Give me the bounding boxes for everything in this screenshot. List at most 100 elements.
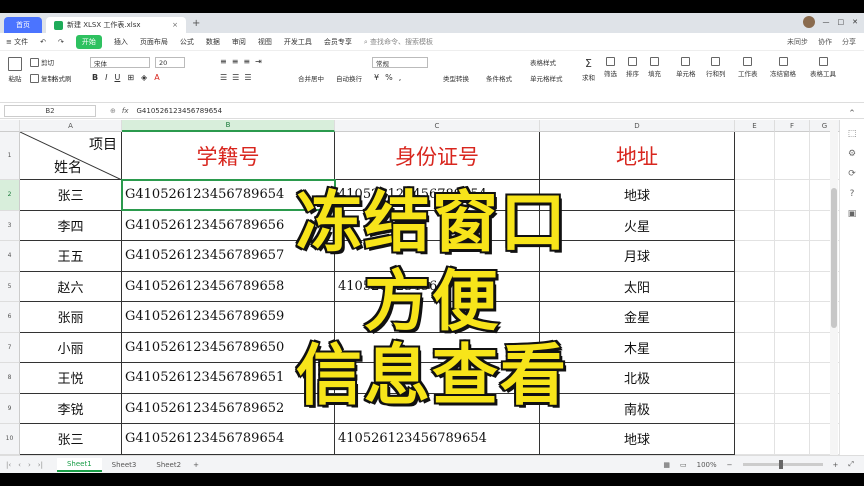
select-icon[interactable]: ⬚: [848, 129, 857, 139]
menu-developer[interactable]: 开发工具: [284, 37, 312, 47]
student-id-cell[interactable]: G410526123456789650: [122, 332, 335, 363]
empty-cell[interactable]: [735, 363, 775, 394]
student-id-cell[interactable]: G410526123456789659: [122, 302, 335, 333]
zoom-in-icon[interactable]: +: [833, 461, 839, 469]
student-id-cell[interactable]: G410526123456789654: [122, 180, 335, 211]
student-id-cell[interactable]: G410526123456789652: [122, 393, 335, 424]
address-cell[interactable]: 地球: [540, 180, 735, 211]
percent-icon[interactable]: %: [385, 73, 393, 82]
empty-cell[interactable]: [775, 393, 810, 424]
empty-cell[interactable]: [775, 210, 810, 241]
align-middle-icon[interactable]: ≡: [232, 57, 239, 66]
backup-icon[interactable]: ⟳: [848, 169, 856, 179]
merge-center-button[interactable]: 合并居中: [298, 73, 324, 83]
address-cell[interactable]: 北极: [540, 363, 735, 394]
new-tab-button[interactable]: +: [192, 18, 200, 29]
currency-icon[interactable]: ¥: [374, 73, 379, 82]
zoom-level[interactable]: 100%: [697, 461, 717, 469]
address-cell[interactable]: 月球: [540, 241, 735, 272]
address-cell[interactable]: 木星: [540, 332, 735, 363]
name-cell[interactable]: 张丽: [20, 302, 122, 333]
student-id-cell[interactable]: G410526123456789651: [122, 363, 335, 394]
sheet-tab-sheet2[interactable]: Sheet2: [146, 459, 191, 471]
name-cell[interactable]: 张三: [20, 180, 122, 211]
indent-icon[interactable]: ⇥: [255, 57, 262, 66]
copy-button[interactable]: 复制: [30, 73, 54, 83]
cell-style-button[interactable]: 单元格样式: [530, 73, 563, 83]
empty-cell[interactable]: [775, 271, 810, 302]
view-normal-icon[interactable]: ▦: [663, 461, 670, 469]
empty-cell[interactable]: [735, 393, 775, 424]
empty-cell[interactable]: [735, 132, 775, 180]
bold-button[interactable]: B: [92, 73, 98, 82]
select-all-corner[interactable]: [0, 120, 20, 132]
col-header-c[interactable]: C: [335, 120, 540, 132]
fx-icon[interactable]: fx: [122, 107, 129, 115]
empty-cell[interactable]: [775, 302, 810, 333]
id-number-cell[interactable]: 41052612345667: [335, 271, 540, 302]
prev-sheet-icon[interactable]: ‹: [18, 461, 21, 469]
header-address[interactable]: 地址: [540, 132, 735, 180]
table-style-button[interactable]: 表格样式: [530, 57, 556, 67]
student-id-cell[interactable]: G410526123456789658: [122, 271, 335, 302]
student-id-cell[interactable]: G410526123456789657: [122, 241, 335, 272]
fullscreen-icon[interactable]: ⤢: [848, 460, 854, 469]
align-bottom-icon[interactable]: ≡: [243, 57, 250, 66]
empty-cell[interactable]: [735, 424, 775, 455]
address-cell[interactable]: 太阳: [540, 271, 735, 302]
spreadsheet-grid[interactable]: A B C D E F G 1 项目 姓名 学籍号 身份证号 地址 2 张三 G41…: [0, 120, 840, 455]
header-id-number[interactable]: 身份证号: [335, 132, 540, 180]
id-number-cell[interactable]: [335, 302, 540, 333]
empty-cell[interactable]: [735, 210, 775, 241]
font-family-select[interactable]: 宋体: [90, 57, 150, 68]
table-tools-button[interactable]: 表格工具: [810, 57, 836, 78]
filter-button[interactable]: 筛选: [604, 57, 617, 78]
menu-insert[interactable]: 插入: [114, 37, 128, 47]
empty-cell[interactable]: [775, 363, 810, 394]
font-color-icon[interactable]: A: [154, 73, 159, 82]
row-header[interactable]: 6: [0, 302, 20, 333]
id-number-cell[interactable]: [335, 241, 540, 272]
name-cell[interactable]: 李四: [20, 210, 122, 241]
zoom-function-icon[interactable]: ⊕: [110, 107, 116, 115]
sync-status[interactable]: 未同步: [787, 37, 808, 47]
close-tab-icon[interactable]: ×: [172, 21, 178, 29]
properties-icon[interactable]: ⚙: [848, 149, 856, 159]
row-col-button[interactable]: 行和列: [706, 57, 726, 78]
vertical-scrollbar[interactable]: [830, 120, 838, 455]
undo-icon[interactable]: ↶: [40, 38, 46, 46]
row-header[interactable]: 7: [0, 332, 20, 363]
fill-color-icon[interactable]: ◈: [141, 73, 147, 82]
menu-data[interactable]: 数据: [206, 37, 220, 47]
align-left-icon[interactable]: ☰: [220, 73, 227, 82]
freeze-panes-button[interactable]: 冻结窗格: [770, 57, 796, 78]
sheet-tab-sheet1[interactable]: Sheet1: [56, 457, 102, 472]
cell-button[interactable]: 单元格: [676, 57, 696, 78]
col-header-e[interactable]: E: [735, 120, 775, 132]
col-header-f[interactable]: F: [775, 120, 810, 132]
underline-button[interactable]: U: [114, 73, 120, 82]
name-box[interactable]: B2: [4, 104, 96, 117]
row-header[interactable]: 8: [0, 363, 20, 394]
fill-button[interactable]: 填充: [648, 57, 661, 78]
address-cell[interactable]: 南极: [540, 393, 735, 424]
menu-start[interactable]: 开始: [75, 34, 102, 49]
add-sheet-button[interactable]: +: [193, 461, 199, 469]
address-cell[interactable]: 火星: [540, 210, 735, 241]
empty-cell[interactable]: [775, 180, 810, 211]
empty-cell[interactable]: [735, 271, 775, 302]
menu-page-layout[interactable]: 页面布局: [140, 37, 168, 47]
worksheet-button[interactable]: 工作表: [738, 57, 758, 78]
wrap-text-button[interactable]: 自动换行: [336, 73, 362, 83]
name-cell[interactable]: 赵六: [20, 271, 122, 302]
id-number-cell[interactable]: [335, 363, 540, 394]
border-icon[interactable]: ⊞: [127, 73, 134, 82]
align-center-icon[interactable]: ☰: [232, 73, 239, 82]
id-number-cell[interactable]: [335, 332, 540, 363]
zoom-out-icon[interactable]: −: [727, 461, 733, 469]
view-layout-icon[interactable]: ▭: [680, 461, 687, 469]
tab-home[interactable]: 首页: [4, 17, 42, 33]
format-painter-button[interactable]: 格式刷: [52, 73, 72, 83]
row-header[interactable]: 2: [0, 180, 20, 211]
header-student-id[interactable]: 学籍号: [122, 132, 335, 180]
